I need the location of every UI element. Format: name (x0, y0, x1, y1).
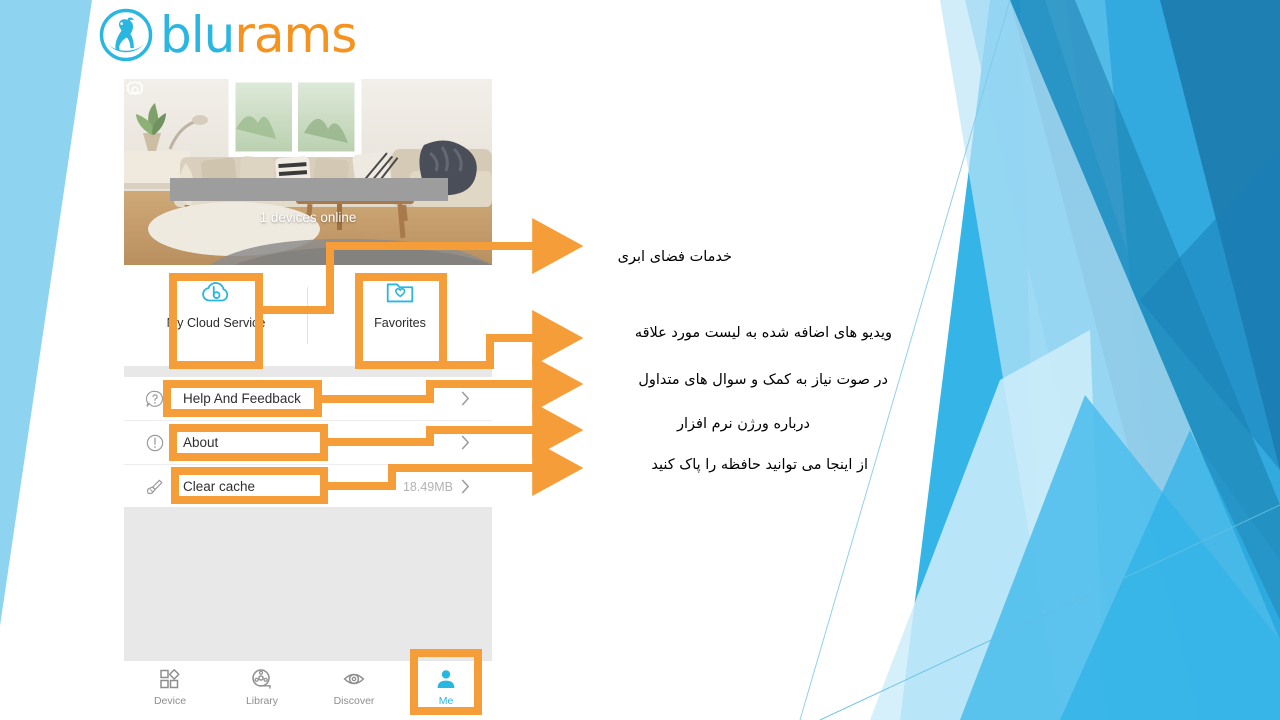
film-reel-icon (252, 668, 271, 689)
brand-wordmark: blurams (160, 10, 357, 60)
devices-online-status: 1 devices online (259, 210, 357, 225)
person-icon (437, 669, 455, 688)
folder-heart-icon (386, 283, 414, 303)
tile-label: Favorites (374, 316, 426, 330)
tab-label: Device (153, 694, 187, 707)
list-item-value: 18.49MB (402, 479, 453, 494)
chevron-right-icon (461, 391, 469, 406)
chevron-right-icon (461, 479, 469, 494)
quick-actions: My Cloud Service Favorites (124, 265, 492, 366)
tile-favorites[interactable]: Favorites (308, 265, 492, 366)
annotation-note-favorites: ویدیو های اضافه شده به لیست مورد علاقه (634, 325, 892, 341)
list-item-clear-cache[interactable]: Clear cache 18.49MB (124, 465, 492, 509)
list-item-about[interactable]: About (124, 421, 492, 465)
annotation-note-help: در صوت نیاز به کمک و سوال های متداول (638, 372, 888, 388)
redacted-device-name-bar (170, 178, 448, 201)
annotation-note-clear-cache: از اینجا می توانید حافظه را پاک کنید (651, 457, 868, 473)
list-item-label: About (183, 435, 219, 450)
eye-icon (343, 673, 365, 684)
tab-library[interactable]: Library (216, 661, 308, 713)
gear-icon[interactable] (124, 79, 146, 101)
grid-shapes-icon (160, 668, 180, 688)
ram-badge-icon (99, 8, 153, 62)
settings-list: Help And Feedback About Clear cache 18.4… (124, 377, 492, 509)
tab-label: Discover (333, 694, 375, 707)
question-bubble-icon (145, 390, 164, 407)
empty-content-panel (124, 507, 492, 660)
living-room-photo (124, 79, 492, 265)
list-item-label: Help And Feedback (183, 391, 301, 406)
app-screenshot: 1 devices online My Cloud Service Favori… (124, 79, 492, 713)
cloud-b-icon (202, 282, 229, 302)
tab-discover[interactable]: Discover (308, 661, 400, 713)
list-item-label: Clear cache (183, 479, 256, 494)
brand-name-part1: blu (160, 6, 235, 64)
duster-icon (146, 479, 163, 494)
annotation-note-cloud-service: خدمات فضای ابری (617, 249, 732, 265)
tab-device[interactable]: Device (124, 661, 216, 713)
slide-canvas: blurams 1 devices online My Cloud Servic… (0, 0, 1280, 720)
bottom-navigation: Device Library Discover Me (124, 660, 492, 713)
camera-preview[interactable]: 1 devices online (124, 79, 492, 265)
tile-label: My Cloud Service (166, 316, 266, 330)
tile-divider (307, 287, 308, 344)
tab-me[interactable]: Me (400, 661, 492, 713)
list-item-help-and-feedback[interactable]: Help And Feedback (124, 377, 492, 421)
brand-name-part2: rams (234, 6, 357, 64)
tile-my-cloud-service[interactable]: My Cloud Service (124, 265, 308, 366)
brand-logo: blurams (98, 6, 357, 64)
section-separator-band (124, 366, 492, 377)
annotation-note-about: درباره ورژن نرم افزار (677, 416, 810, 432)
tab-label: Me (438, 694, 454, 707)
tab-label: Library (245, 694, 279, 707)
exclamation-circle-icon (146, 434, 164, 451)
chevron-right-icon (461, 435, 469, 450)
